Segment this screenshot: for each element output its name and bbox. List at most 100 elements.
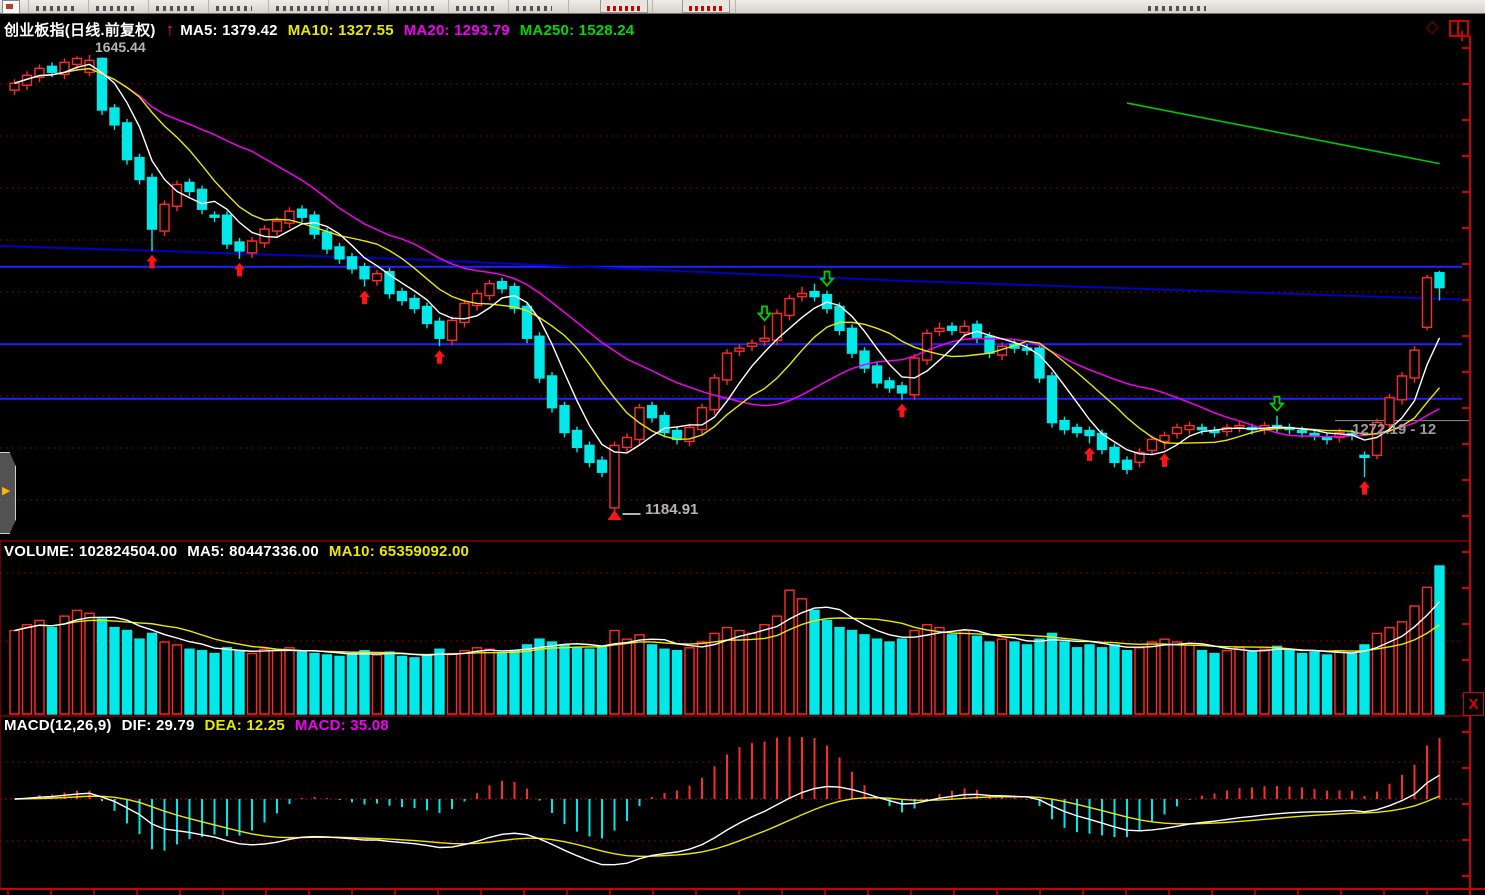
volume-value: VOLUME: 102824504.00 — [4, 543, 177, 560]
candle-body — [460, 304, 469, 323]
volume-bar — [123, 631, 132, 714]
volume-bar — [698, 642, 707, 714]
volume-bar — [135, 639, 144, 714]
candle-body — [573, 431, 582, 448]
volume-bar — [1298, 654, 1307, 714]
volume-ma10-value: MA10: 65359092.00 — [329, 543, 469, 560]
candle-body — [1048, 376, 1057, 423]
volume-bar — [785, 590, 794, 714]
volume-bar — [48, 628, 57, 714]
panel-expand-handle[interactable]: ▶ — [0, 452, 16, 534]
candle-body — [148, 177, 157, 229]
trough-price-label: 1184.91 — [645, 501, 698, 518]
split-window-icon[interactable] — [1449, 20, 1469, 37]
volume-bar — [635, 635, 644, 714]
macd-value: MACD: 35.08 — [295, 717, 389, 734]
dea-value: DEA: 12.25 — [205, 717, 285, 734]
volume-bar — [60, 616, 69, 714]
volume-bar — [448, 654, 457, 714]
volume-bar — [323, 655, 332, 714]
candle-body — [1398, 376, 1407, 400]
candle-body — [1085, 431, 1094, 436]
volume-bar — [198, 651, 207, 714]
volume-bar — [385, 652, 394, 714]
volume-bar — [923, 625, 932, 714]
candle-body — [848, 328, 857, 353]
price-level-tag: 1272.19 - 12 — [1352, 421, 1436, 438]
volume-bar — [298, 652, 307, 714]
macd-params: MACD(12,26,9) — [4, 717, 112, 734]
volume-bar — [985, 642, 994, 714]
volume-bar — [1435, 566, 1444, 714]
toolbar-clipped-label — [456, 6, 496, 11]
volume-bar — [185, 649, 194, 714]
dea-line — [15, 796, 1440, 856]
volume-bar — [410, 658, 419, 714]
ma10-value: MA10: 1327.55 — [288, 22, 394, 39]
app-icon[interactable] — [2, 0, 20, 14]
macd-close-button[interactable]: X — [1463, 692, 1484, 716]
candle-body — [810, 292, 819, 297]
toolbar-separator — [28, 0, 29, 13]
volume-bar — [523, 645, 532, 714]
toolbar-clipped-label — [276, 6, 328, 11]
toolbar-button[interactable] — [600, 0, 648, 13]
candle-body — [110, 108, 119, 125]
candle-body — [448, 320, 457, 340]
buy-signal-arrow-icon: ↑ — [166, 20, 175, 39]
volume-bar — [398, 656, 407, 714]
volume-bar — [1248, 652, 1257, 714]
candle-body — [1198, 428, 1207, 430]
volume-bar — [1048, 633, 1057, 714]
diamond-icon[interactable]: ◇ — [1426, 17, 1439, 37]
volume-bar — [1085, 645, 1094, 714]
volume-bar — [173, 645, 182, 714]
volume-bar — [573, 648, 582, 714]
candle-body — [948, 326, 957, 330]
ma250-line — [1127, 103, 1440, 164]
volume-bar — [948, 635, 957, 714]
candle-body — [1185, 426, 1194, 430]
buy-arrow-icon — [1159, 453, 1170, 467]
candle-body — [623, 437, 632, 447]
candle-body — [1160, 435, 1169, 441]
volume-bar — [1060, 642, 1069, 714]
volume-bar — [648, 645, 657, 714]
dif-value: DIF: 29.79 — [122, 717, 195, 734]
volume-bar — [248, 654, 257, 714]
candle-body — [185, 182, 194, 191]
toolbar-clipped-label — [36, 6, 78, 11]
volume-bar — [423, 655, 432, 714]
candle-body — [1073, 428, 1082, 433]
candle-body — [98, 58, 107, 110]
ma10-line — [15, 69, 1440, 444]
volume-bar — [335, 656, 344, 714]
volume-bar — [210, 654, 219, 714]
volume-bar — [1123, 651, 1132, 714]
candle-body — [298, 209, 307, 217]
chart-canvas[interactable] — [0, 13, 1485, 895]
candle-body — [935, 328, 944, 331]
volume-bar — [748, 633, 757, 714]
volume-bar — [460, 651, 469, 714]
toolbar-button[interactable] — [682, 0, 730, 13]
candle-body — [1110, 447, 1119, 462]
peak-price-label: 1645.44 — [95, 39, 146, 55]
volume-bar — [1073, 648, 1082, 714]
volume-bar — [235, 651, 244, 714]
toolbar-separator — [328, 0, 329, 13]
volume-bar — [585, 649, 594, 714]
main-pane-header: 创业板指(日线.前复权)↑MA5: 1379.42MA10: 1327.55MA… — [4, 19, 644, 40]
toolbar-clipped-label — [156, 6, 198, 11]
volume-bar — [498, 654, 507, 714]
candle-body — [210, 215, 219, 217]
volume-bar — [660, 649, 669, 714]
volume-bar — [1160, 639, 1169, 714]
candle-body — [548, 376, 557, 408]
volume-bar — [273, 651, 282, 714]
volume-bar — [35, 620, 44, 714]
candle-body — [585, 445, 594, 462]
candle-body — [485, 284, 494, 296]
volume-bar — [1110, 645, 1119, 714]
toolbar-separator — [508, 0, 509, 13]
